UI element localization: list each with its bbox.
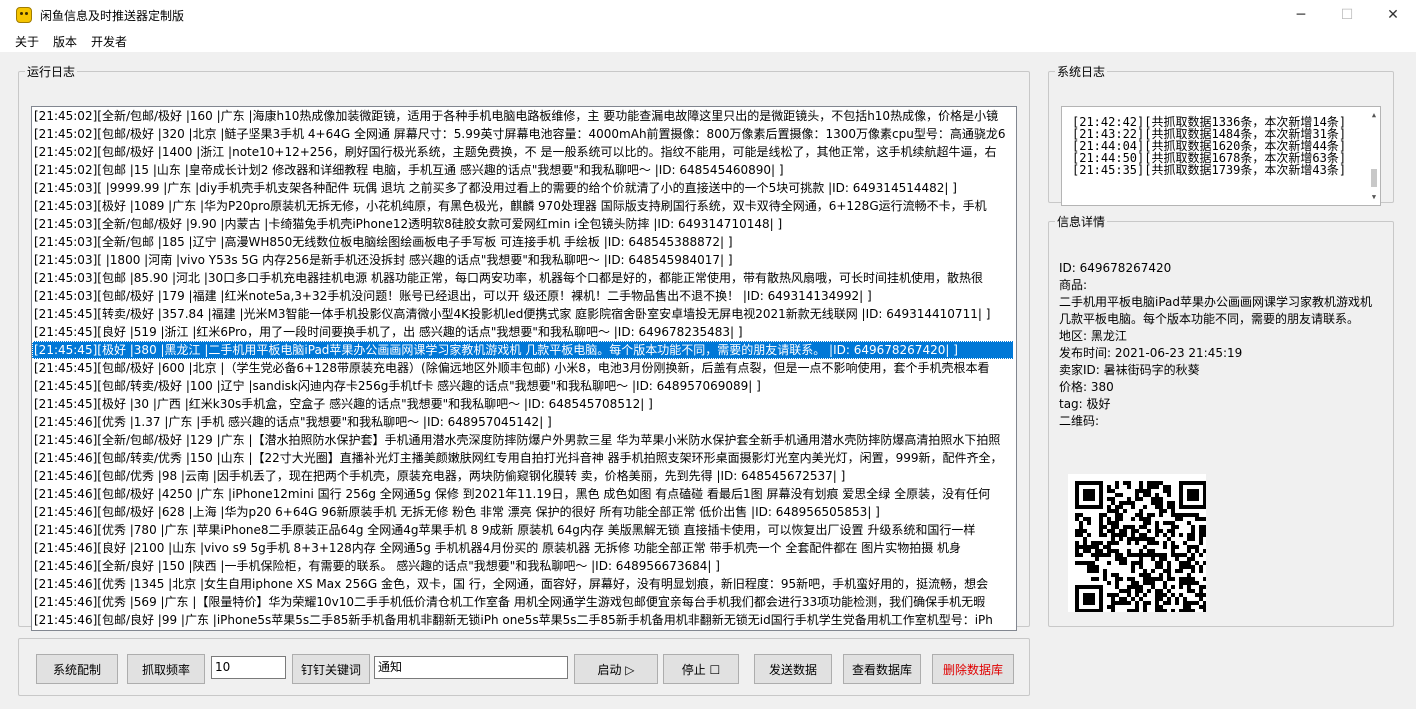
- log-line[interactable]: [21:45:02][包邮/极好 |320 |北京 |鲢子坚果3手机 4+64G…: [32, 125, 1016, 143]
- info-qrcode-label: 二维码:: [1059, 414, 1100, 428]
- info-id: ID: 649678267420: [1059, 261, 1172, 275]
- info-detail-group: 信息详情 ID: 649678267420 商品: 二手机用平板电脑iPad苹果…: [1048, 213, 1394, 627]
- log-line[interactable]: [21:45:45][转卖/极好 |357.84 |福建 |光米M3智能一体手机…: [32, 305, 1016, 323]
- control-group: 系统配制 抓取频率 10 钉钉关键词 通知 启动 ▷ 停止 ☐ 发送数据 查看数…: [18, 638, 1030, 696]
- scroll-up-icon[interactable]: ▲: [1370, 109, 1378, 121]
- delete-database-button[interactable]: 删除数据库: [932, 654, 1014, 684]
- scroll-thumb[interactable]: [1371, 169, 1377, 187]
- log-line[interactable]: [21:45:46][包邮/良好 |99 |广东 |iPhone5s苹果5s二手…: [32, 611, 1016, 629]
- log-line[interactable]: [21:45:03][ |1800 |河南 |vivo Y53s 5G 内存25…: [32, 251, 1016, 269]
- log-line[interactable]: [21:45:02][包邮 |15 |山东 |皇帝成长计划2 修改器和详细教程 …: [32, 161, 1016, 179]
- frequency-input[interactable]: 10: [211, 656, 286, 679]
- info-detail-body: ID: 649678267420 商品: 二手机用平板电脑iPad苹果办公画画网…: [1059, 260, 1381, 613]
- keyword-input[interactable]: 通知: [374, 656, 568, 679]
- log-line[interactable]: [21:45:46][包邮/优秀 |98 |云南 |因手机丢了，现在把两个手机壳…: [32, 467, 1016, 485]
- log-line[interactable]: [21:45:45][极好 |30 |广西 |红米k30s手机盒，空盒子 感兴趣…: [32, 395, 1016, 413]
- app-icon: [16, 7, 32, 23]
- log-line[interactable]: [21:45:45][极好 |380 |黑龙江 |二手机用平板电脑iPad苹果办…: [32, 341, 1016, 359]
- log-line[interactable]: [21:45:02][包邮/极好 |1400 |浙江 |note10+12+25…: [32, 143, 1016, 161]
- log-line[interactable]: [21:45:03][极好 |1089 |广东 |华为P20pro原装机无拆无修…: [32, 197, 1016, 215]
- log-line[interactable]: [21:45:46][优秀 |569 |广东 |【限量特价】华为荣耀10v10二…: [32, 593, 1016, 611]
- info-detail-title: 信息详情: [1057, 215, 1106, 229]
- run-log-list[interactable]: [21:45:02][全新/包邮/极好 |160 |广东 |海康h10热成像加装…: [31, 106, 1017, 631]
- system-log-title: 系统日志: [1057, 65, 1106, 79]
- menu-version[interactable]: 版本: [46, 33, 84, 50]
- qrcode-icon: [1075, 481, 1207, 613]
- log-line[interactable]: [21:45:46][包邮/极好 |4250 |广东 |iPhone12mini…: [32, 485, 1016, 503]
- fetch-frequency-button[interactable]: 抓取频率: [127, 654, 205, 684]
- log-line[interactable]: [21:45:46][良好 |2100 |山东 |vivo s9 5g手机 8+…: [32, 539, 1016, 557]
- system-log-group: 系统日志 [21:42:42][共抓取数据1336条，本次新增14条] [21:…: [1048, 63, 1394, 206]
- title-bar: 闲鱼信息及时推送器定制版 ─ ☐ ✕: [0, 0, 1416, 30]
- log-line[interactable]: [21:45:03][包邮/极好 |179 |福建 |红米note5a,3+32…: [32, 287, 1016, 305]
- info-publish-time: 发布时间: 2021-06-23 21:45:19: [1059, 346, 1243, 360]
- info-tag: tag: 极好: [1059, 397, 1111, 411]
- send-data-button[interactable]: 发送数据: [754, 654, 832, 684]
- maximize-button[interactable]: ☐: [1324, 0, 1370, 30]
- log-line[interactable]: [21:45:03][全新/包邮 |185 |辽宁 |高漫WH850无线数位板电…: [32, 233, 1016, 251]
- run-log-scrollbar[interactable]: [1013, 107, 1016, 630]
- info-goods: 二手机用平板电脑iPad苹果办公画画网课学习家教机游戏机几款平板电脑。每个版本功…: [1059, 295, 1373, 326]
- log-line[interactable]: [21:45:46][优秀 |1.37 |广东 |手机 感兴趣的话点"我想要"和…: [32, 413, 1016, 431]
- dingding-keyword-button[interactable]: 钉钉关键词: [292, 654, 370, 684]
- scroll-down-icon[interactable]: ▼: [1370, 191, 1378, 203]
- menu-bar: 关于 版本 开发者: [0, 30, 1416, 52]
- system-config-button[interactable]: 系统配制: [36, 654, 118, 684]
- log-line[interactable]: [21:45:46][包邮/极好 |628 |上海 |华为p20 6+64G 9…: [32, 503, 1016, 521]
- log-line[interactable]: [21:45:45][包邮/极好 |600 |北京 |（学生党必备6+128带原…: [32, 359, 1016, 377]
- log-line[interactable]: [21:45:46][全新/良好 |150 |陕西 |一手机保险柜，有需要的联系…: [32, 557, 1016, 575]
- log-line[interactable]: [21:45:02][全新/包邮/极好 |160 |广东 |海康h10热成像加装…: [32, 107, 1016, 125]
- stop-button[interactable]: 停止 ☐: [663, 654, 739, 684]
- close-button[interactable]: ✕: [1370, 0, 1416, 30]
- qrcode-image: [1068, 474, 1207, 613]
- menu-about[interactable]: 关于: [8, 33, 46, 50]
- log-line[interactable]: [21:45:46][全新/包邮/极好 |129 |广东 |【潜水拍照防水保护套…: [32, 431, 1016, 449]
- log-line[interactable]: [21:45:46][优秀 |1345 |北京 |女生自用iphone XS M…: [32, 575, 1016, 593]
- system-log-scrollbar[interactable]: ▲ ▼: [1370, 109, 1378, 203]
- log-line[interactable]: [21:45:03][包邮 |85.90 |河北 |30口多口手机充电器挂机电源…: [32, 269, 1016, 287]
- menu-developer[interactable]: 开发者: [84, 33, 134, 50]
- run-log-title: 运行日志: [27, 65, 76, 79]
- window-controls: ─ ☐ ✕: [1278, 0, 1416, 30]
- log-line[interactable]: [21:45:46][优秀 |780 |广东 |苹果iPhone8二手原装正品6…: [32, 521, 1016, 539]
- log-line[interactable]: [21:45:03][ |9999.99 |广东 |diy手机壳手机支架各种配件…: [32, 179, 1016, 197]
- info-region: 地区: 黑龙江: [1059, 329, 1127, 343]
- info-seller: 卖家ID: 暑袜街码字的秋葵: [1059, 363, 1200, 377]
- log-line[interactable]: [21:45:45][包邮/转卖/极好 |100 |辽宁 |sandisk闪迪内…: [32, 377, 1016, 395]
- system-log-box[interactable]: [21:42:42][共抓取数据1336条，本次新增14条] [21:43:22…: [1061, 106, 1381, 206]
- info-goods-label: 商品:: [1059, 278, 1088, 292]
- log-line[interactable]: [21:45:46][包邮/转卖/优秀 |150 |山东 |【22寸大光圈】直播…: [32, 449, 1016, 467]
- system-log-line: [21:45:35][共抓取数据1739条，本次新增43条]: [1072, 163, 1347, 177]
- log-line[interactable]: [21:45:45][良好 |519 |浙江 |红米6Pro，用了一段时间要换手…: [32, 323, 1016, 341]
- window-title: 闲鱼信息及时推送器定制版: [40, 8, 185, 23]
- run-log-group: 运行日志 [21:45:02][全新/包邮/极好 |160 |广东 |海康h10…: [18, 63, 1030, 631]
- view-database-button[interactable]: 查看数据库: [843, 654, 921, 684]
- log-line[interactable]: [21:45:03][全新/包邮/极好 |9.90 |内蒙古 |卡绮猫兔手机壳i…: [32, 215, 1016, 233]
- info-price: 价格: 380: [1059, 380, 1114, 394]
- minimize-button[interactable]: ─: [1278, 0, 1324, 30]
- start-button[interactable]: 启动 ▷: [574, 654, 658, 684]
